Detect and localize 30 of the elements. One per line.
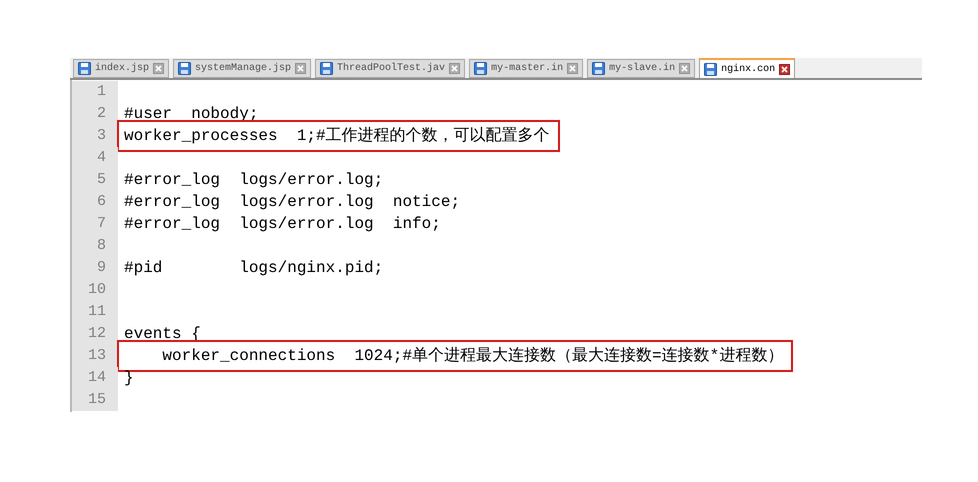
line-number: 4: [96, 148, 106, 168]
line-number: 13: [88, 346, 106, 366]
code-line: #error_log logs/error.log info;: [124, 215, 441, 233]
line-number: 2: [96, 104, 106, 124]
file-tab[interactable]: ThreadPoolTest.jav: [315, 59, 466, 78]
file-tab[interactable]: systemManage.jsp: [173, 59, 312, 78]
line-number: 7: [96, 214, 106, 234]
line-number: 14: [88, 368, 106, 388]
line-number: 12: [88, 324, 106, 344]
code-line: #error_log logs/error.log;: [124, 171, 384, 189]
line-number: 9: [96, 258, 106, 278]
code-line: #error_log logs/error.log notice;: [124, 193, 460, 211]
file-tab[interactable]: nginx.con: [699, 58, 796, 78]
code-line: worker_connections 1024;#单个进程最大连接数（最大连接数=连接数*进程数）: [161, 347, 784, 365]
line-number: 11: [88, 302, 106, 322]
file-tab[interactable]: index.jsp: [73, 59, 170, 78]
code-line: worker_processes 1;#工作进程的个数，可以配置多个: [124, 127, 550, 145]
file-tab[interactable]: my-slave.in: [587, 59, 696, 78]
line-number: 15: [88, 390, 106, 410]
code-line: #pid logs/nginx.pid;: [124, 259, 384, 277]
code-line: #user nobody;: [124, 105, 258, 123]
line-number: 1: [96, 82, 106, 102]
file-tab[interactable]: my-master.in: [469, 59, 584, 78]
line-number: 6: [96, 192, 106, 212]
code-line: }: [124, 369, 134, 387]
line-number: 3: [96, 126, 106, 146]
line-number: 5: [96, 170, 106, 190]
close-icon[interactable]: [779, 64, 790, 74]
line-number: 8: [96, 236, 106, 256]
line-number: 10: [88, 280, 106, 300]
